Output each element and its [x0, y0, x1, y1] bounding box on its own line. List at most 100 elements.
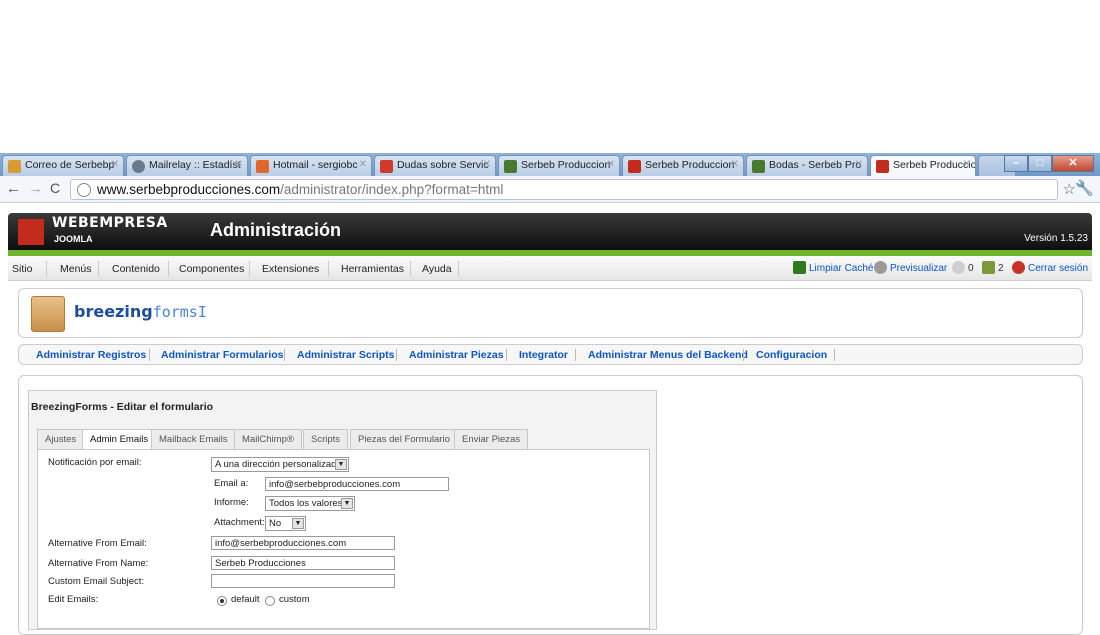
- webempresa-logo-icon: [18, 219, 44, 245]
- submenu-formularios[interactable]: Administrar Formularios: [161, 349, 284, 361]
- browser-tab[interactable]: Dudas sobre Servic ✕: [374, 155, 496, 176]
- address-bar: ← → C www.serbebproducciones.com/adminis…: [0, 176, 1100, 203]
- report-select[interactable]: Todos los valores ▼: [265, 496, 355, 511]
- tab-admin-emails[interactable]: Admin Emails: [82, 429, 157, 450]
- star-icon[interactable]: ☆: [1063, 180, 1076, 198]
- menu-item-extensiones[interactable]: Extensiones: [262, 263, 319, 275]
- close-window-button[interactable]: ✕: [1052, 155, 1094, 172]
- url-path: /administrator/index.php?format=html: [280, 182, 504, 197]
- submenu-configuracion[interactable]: Configuracion: [756, 349, 827, 361]
- webempresa-icon: [628, 160, 641, 173]
- tab-ajustes[interactable]: Ajustes: [37, 429, 85, 449]
- preview-link[interactable]: Previsualizar: [890, 263, 947, 274]
- serbeb-icon: [504, 160, 517, 173]
- url-input[interactable]: www.serbebproducciones.com/administrator…: [70, 179, 1058, 200]
- email-to-label: Email a:: [214, 478, 249, 489]
- hotmail-icon: [256, 160, 269, 173]
- menu-separator: [98, 261, 99, 277]
- messages-count: 0: [968, 263, 974, 274]
- alt-from-email-input[interactable]: info@serbebproducciones.com: [211, 536, 395, 550]
- menu-item-menus[interactable]: Menús: [60, 263, 92, 275]
- browser-tab-active[interactable]: Serbeb Produccion ✕: [870, 155, 976, 177]
- tab-mailback-emails[interactable]: Mailback Emails: [151, 429, 236, 449]
- logout-link[interactable]: Cerrar sesión: [1028, 263, 1088, 274]
- attachment-select[interactable]: No ▼: [265, 516, 306, 531]
- submenu-piezas[interactable]: Administrar Piezas: [409, 349, 504, 361]
- package-box-icon: [31, 296, 65, 332]
- page-title: Administración: [210, 220, 342, 240]
- menu-item-ayuda[interactable]: Ayuda: [422, 263, 452, 275]
- menu-item-componentes[interactable]: Componentes: [179, 263, 244, 275]
- attachment-value: No: [269, 518, 282, 529]
- forward-icon[interactable]: →: [28, 180, 43, 197]
- component-logo-panel: breezingformsI: [18, 288, 1083, 338]
- submenu-scripts[interactable]: Administrar Scripts: [297, 349, 394, 361]
- browser-tab[interactable]: Serbeb Produccion ✕: [622, 155, 744, 176]
- wrench-icon[interactable]: 🔧: [1075, 179, 1094, 197]
- browser-tab[interactable]: Mailrelay :: Estadíst ✕: [126, 155, 248, 176]
- alt-from-name-label: Alternative From Name:: [48, 558, 149, 569]
- close-icon[interactable]: ✕: [359, 159, 367, 170]
- header-divider: [8, 250, 1092, 256]
- preview-icon[interactable]: [874, 261, 887, 274]
- minimize-button[interactable]: –: [1004, 155, 1028, 172]
- clear-cache-icon[interactable]: [793, 261, 806, 274]
- edit-default-radio[interactable]: [217, 596, 227, 606]
- users-icon[interactable]: [982, 261, 995, 274]
- editor-title: BreezingForms - Editar el formulario: [31, 401, 214, 413]
- close-icon[interactable]: ✕: [483, 159, 491, 170]
- admin-header: WEBEMPRESA JOOMLA Administración Versión…: [8, 213, 1092, 250]
- tab-mailchimp[interactable]: MailChimp®: [234, 429, 302, 449]
- menu-separator: [249, 261, 250, 277]
- browser-tab[interactable]: Hotmail - sergiobc ✕: [250, 155, 372, 176]
- edit-custom-radio[interactable]: [265, 596, 275, 606]
- close-icon[interactable]: ✕: [963, 159, 971, 170]
- tab-enviar-piezas[interactable]: Enviar Piezas: [454, 429, 529, 449]
- alt-from-email-label: Alternative From Email:: [48, 538, 147, 549]
- close-icon[interactable]: ✕: [235, 159, 243, 170]
- menu-separator: [328, 261, 329, 277]
- chevron-down-icon: ▼: [292, 518, 304, 529]
- chevron-down-icon: ▼: [335, 459, 347, 470]
- browser-tab-title: Correo de Serbebp: [25, 159, 115, 171]
- messages-icon[interactable]: [952, 261, 965, 274]
- browser-tab-title: Hotmail - sergiobc: [273, 159, 358, 171]
- maximize-button[interactable]: □: [1028, 155, 1052, 172]
- notification-label: Notificación por email:: [48, 457, 142, 468]
- serbeb-icon: [752, 160, 765, 173]
- close-icon[interactable]: ✕: [731, 159, 739, 170]
- breezingforms-logo: breezingformsI: [74, 302, 207, 321]
- form-editor: BreezingForms - Editar el formulario Aju…: [28, 390, 657, 630]
- menu-item-contenido[interactable]: Contenido: [112, 263, 160, 275]
- close-icon[interactable]: ✕: [607, 159, 615, 170]
- close-icon[interactable]: ✕: [855, 159, 863, 170]
- clear-cache-link[interactable]: Limpiar Caché: [809, 263, 873, 274]
- submenu-registros[interactable]: Administrar Registros: [36, 349, 146, 361]
- tab-piezas-formulario[interactable]: Piezas del Formulario: [350, 429, 458, 449]
- notification-select[interactable]: A una dirección personalizada ▼: [211, 457, 349, 472]
- component-submenu: Administrar Registros Administrar Formul…: [18, 344, 1083, 365]
- menu-item-sitio[interactable]: Sitio: [12, 263, 32, 275]
- email-to-input[interactable]: info@serbebproducciones.com: [265, 477, 449, 491]
- custom-subject-label: Custom Email Subject:: [48, 576, 145, 587]
- submenu-separator: [149, 349, 150, 361]
- users-count: 2: [998, 263, 1004, 274]
- menu-item-herramientas[interactable]: Herramientas: [341, 263, 404, 275]
- tab-scripts[interactable]: Scripts: [303, 429, 349, 449]
- menu-separator: [46, 261, 47, 277]
- custom-subject-input[interactable]: [211, 574, 395, 588]
- browser-tab-title: Serbeb Produccion: [521, 159, 611, 171]
- browser-tab[interactable]: Correo de Serbebp ✕: [2, 155, 124, 176]
- back-icon[interactable]: ←: [6, 180, 21, 197]
- edit-custom-label: custom: [279, 594, 310, 605]
- browser-tab[interactable]: Serbeb Produccion ✕: [498, 155, 620, 176]
- browser-tab[interactable]: Bodas - Serbeb Pro ✕: [746, 155, 868, 176]
- browser-tab-title: Mailrelay :: Estadíst: [149, 159, 241, 171]
- submenu-menus-backend[interactable]: Administrar Menus del Backend: [588, 349, 748, 361]
- reload-icon[interactable]: C: [50, 180, 60, 196]
- alt-from-name-input[interactable]: Serbeb Producciones: [211, 556, 395, 570]
- logout-icon[interactable]: [1012, 261, 1025, 274]
- close-icon[interactable]: ✕: [111, 159, 119, 170]
- submenu-integrator[interactable]: Integrator: [519, 349, 568, 361]
- edit-default-label: default: [231, 594, 260, 605]
